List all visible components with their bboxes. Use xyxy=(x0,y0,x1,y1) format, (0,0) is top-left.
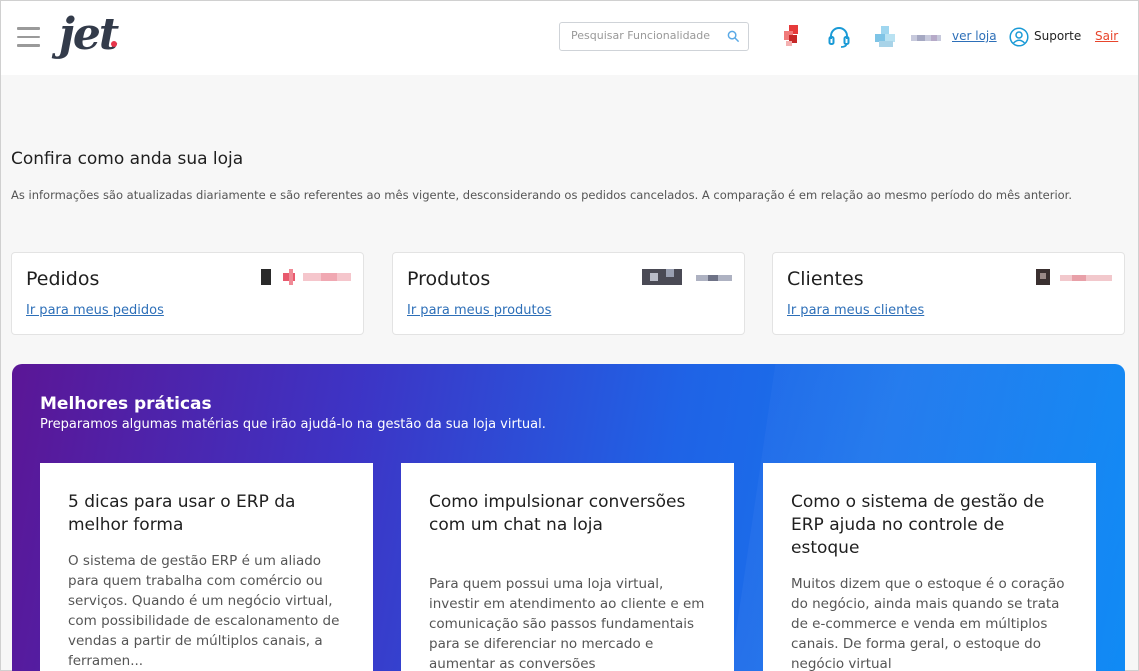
store-name-redacted xyxy=(911,35,941,41)
page-title: Confira como anda sua loja xyxy=(11,149,244,169)
menu-icon[interactable] xyxy=(17,27,40,47)
customers-count-redacted xyxy=(1036,269,1112,285)
products-link[interactable]: Ir para meus produtos xyxy=(407,303,551,318)
logo-dot xyxy=(111,41,117,47)
article-card[interactable]: Como impulsionar conversões com um chat … xyxy=(401,463,734,671)
article-card[interactable]: Como o sistema de gestão de ERP ajuda no… xyxy=(763,463,1096,671)
article-excerpt: O sistema de gestão ERP é um aliado para… xyxy=(68,553,340,669)
page-description: As informações são atualizadas diariamen… xyxy=(11,188,1073,202)
article-title[interactable]: 5 dicas para usar o ERP da melhor forma xyxy=(68,491,353,537)
orders-count-redacted xyxy=(261,269,351,285)
orders-card-title: Pedidos xyxy=(26,268,100,290)
top-navbar: jet ver loja Suporte Sair xyxy=(1,1,1138,75)
best-practices-title: Melhores práticas xyxy=(40,394,212,414)
search-icon[interactable] xyxy=(727,30,740,43)
orders-card: Pedidos Ir para meus pedidos xyxy=(11,252,364,335)
article-title[interactable]: Como o sistema de gestão de ERP ajuda no… xyxy=(791,491,1076,560)
store-avatar-icon xyxy=(875,26,895,47)
support-label[interactable]: Suporte xyxy=(1034,29,1081,43)
article-excerpt: Muitos dizem que o estoque é o coração d… xyxy=(791,576,1065,671)
best-practices-subtitle: Preparamos algumas matérias que irão aju… xyxy=(40,417,546,432)
products-count-redacted xyxy=(642,269,732,285)
customers-card: Clientes Ir para meus clientes xyxy=(772,252,1125,335)
logout-link[interactable]: Sair xyxy=(1095,29,1118,43)
article-card[interactable]: 5 dicas para usar o ERP da melhor forma … xyxy=(40,463,373,671)
article-excerpt: Para quem possui uma loja virtual, inves… xyxy=(429,576,705,671)
search-box[interactable] xyxy=(559,22,749,51)
headset-icon[interactable] xyxy=(827,25,851,49)
search-input[interactable] xyxy=(571,29,721,42)
products-card-title: Produtos xyxy=(407,268,491,290)
products-card: Produtos Ir para meus produtos xyxy=(392,252,745,335)
best-practices-banner: Melhores práticas Preparamos algumas mat… xyxy=(12,364,1125,671)
orders-link[interactable]: Ir para meus pedidos xyxy=(26,303,164,318)
jet-logo[interactable]: jet xyxy=(59,9,119,60)
view-store-link[interactable]: ver loja xyxy=(952,29,997,43)
notification-icon[interactable] xyxy=(781,25,801,47)
customers-link[interactable]: Ir para meus clientes xyxy=(787,303,924,318)
user-icon[interactable] xyxy=(1009,27,1029,47)
customers-card-title: Clientes xyxy=(787,268,864,290)
article-title[interactable]: Como impulsionar conversões com um chat … xyxy=(429,491,714,537)
